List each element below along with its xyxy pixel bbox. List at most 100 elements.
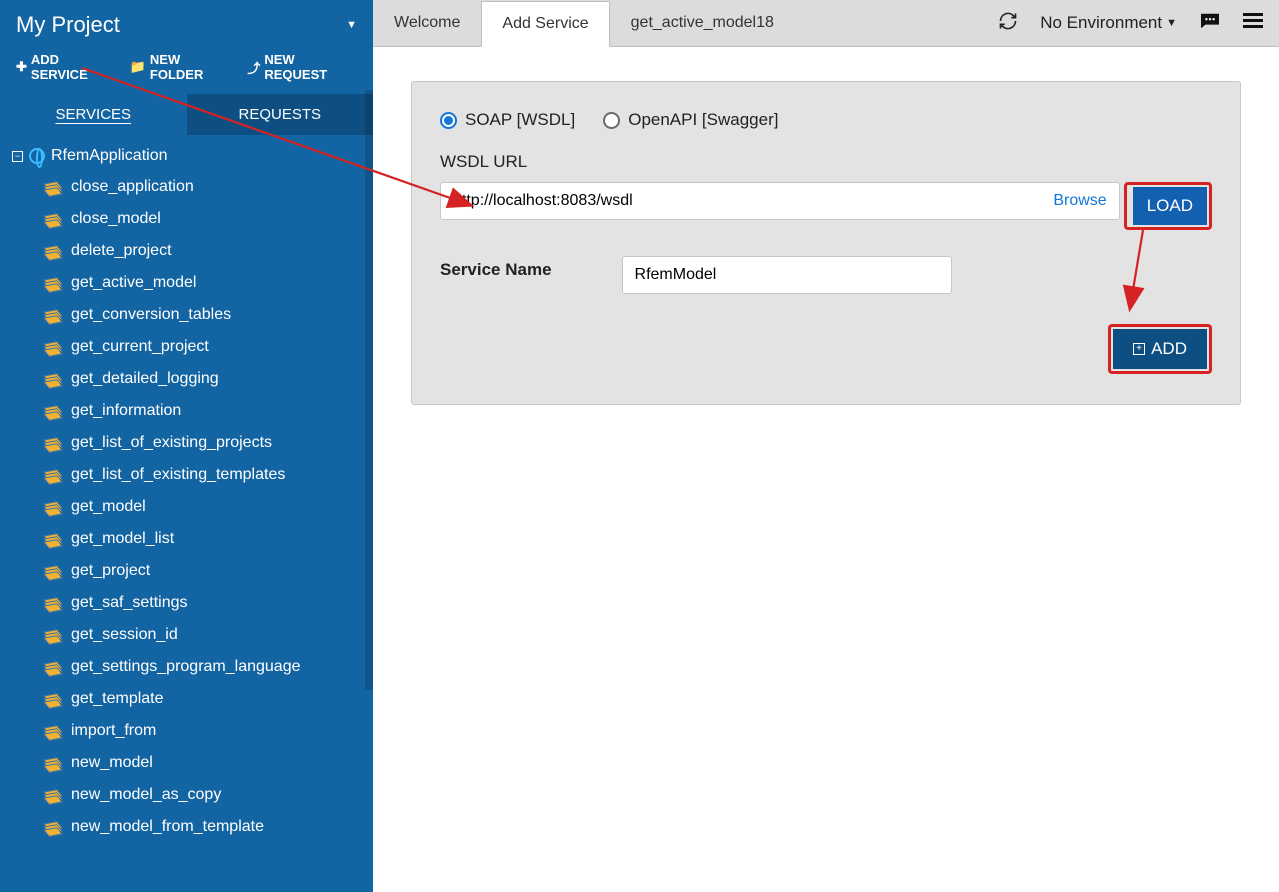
topbar-right: No Environment ▼	[998, 11, 1263, 36]
tree-item-label: get_list_of_existing_templates	[71, 466, 285, 484]
tree-item[interactable]: get_project	[4, 555, 373, 587]
environment-dropdown[interactable]: No Environment ▼	[1040, 13, 1177, 33]
tree-item[interactable]: get_detailed_logging	[4, 363, 373, 395]
chat-icon[interactable]	[1199, 12, 1221, 35]
tab-requests[interactable]: REQUESTS	[187, 94, 374, 135]
tree-item[interactable]: get_conversion_tables	[4, 299, 373, 331]
layers-icon	[46, 278, 61, 289]
refresh-icon[interactable]	[998, 11, 1018, 36]
radio-soap[interactable]: SOAP [WSDL]	[440, 110, 575, 130]
layers-icon	[46, 726, 61, 737]
service-name-label: Service Name	[440, 260, 552, 280]
tree-item[interactable]: new_model_from_template	[4, 811, 373, 843]
project-title: My Project	[16, 12, 120, 38]
layers-icon	[46, 310, 61, 321]
add-service-label: ADD SERVICE	[31, 52, 116, 82]
radio-checked-icon	[440, 112, 457, 129]
tree-item-label: new_model_from_template	[71, 818, 264, 836]
service-name-input[interactable]	[622, 256, 952, 294]
tree-item-label: delete_project	[71, 242, 172, 260]
add-button-highlight: + ADD	[1108, 324, 1212, 374]
topbar: Welcome Add Service get_active_model18 N…	[373, 0, 1279, 47]
service-type-radios: SOAP [WSDL] OpenAPI [Swagger]	[440, 110, 1212, 130]
tree-item[interactable]: get_list_of_existing_projects	[4, 427, 373, 459]
wsdl-url-input[interactable]: http://localhost:8083/wsdl Browse	[440, 182, 1120, 220]
new-request-action[interactable]: ⤴ NEW REQUEST	[247, 52, 357, 82]
layers-icon	[46, 342, 61, 353]
layers-icon	[46, 790, 61, 801]
layers-icon	[46, 822, 61, 833]
new-folder-action[interactable]: 📁 NEW FOLDER	[130, 52, 234, 82]
layers-icon	[46, 438, 61, 449]
tree-item-label: get_session_id	[71, 626, 178, 644]
radio-soap-label: SOAP [WSDL]	[465, 110, 575, 130]
tree-item-label: get_template	[71, 690, 164, 708]
tab-services[interactable]: SERVICES	[0, 94, 187, 135]
tree-item-label: get_current_project	[71, 338, 209, 356]
radio-openapi-label: OpenAPI [Swagger]	[628, 110, 778, 130]
new-folder-label: NEW FOLDER	[150, 52, 233, 82]
tree-item[interactable]: get_settings_program_language	[4, 651, 373, 683]
tree-item[interactable]: get_model	[4, 491, 373, 523]
layers-icon	[46, 694, 61, 705]
layers-icon	[46, 470, 61, 481]
sidebar-header: My Project ▼	[0, 0, 373, 52]
tree-item-label: get_information	[71, 402, 181, 420]
service-tree[interactable]: − RfemApplication close_applicationclose…	[0, 135, 373, 892]
tree-app-label: RfemApplication	[51, 147, 168, 165]
tree-item-label: get_project	[71, 562, 150, 580]
tree-item[interactable]: get_model_list	[4, 523, 373, 555]
tree-item-label: get_saf_settings	[71, 594, 188, 612]
collapse-icon[interactable]: −	[12, 151, 23, 162]
tree-item[interactable]: get_session_id	[4, 619, 373, 651]
globe-icon	[29, 148, 45, 164]
layers-icon	[46, 598, 61, 609]
tree-item[interactable]: close_application	[4, 171, 373, 203]
tree-item[interactable]: get_active_model	[4, 267, 373, 299]
wsdl-url-value: http://localhost:8083/wsdl	[453, 192, 633, 210]
tree-item-label: get_conversion_tables	[71, 306, 231, 324]
load-button[interactable]: LOAD	[1133, 187, 1207, 225]
tree-item[interactable]: new_model_as_copy	[4, 779, 373, 811]
add-button-label: ADD	[1151, 339, 1187, 359]
browse-link[interactable]: Browse	[1053, 192, 1106, 210]
tree-item[interactable]: new_model	[4, 747, 373, 779]
project-menu-caret-icon[interactable]: ▼	[346, 19, 357, 31]
tree-item[interactable]: close_model	[4, 203, 373, 235]
tree-item-label: close_model	[71, 210, 161, 228]
add-service-action[interactable]: ✚ ADD SERVICE	[16, 52, 116, 82]
plus-icon: +	[1133, 343, 1145, 355]
service-name-row: Service Name	[440, 256, 1212, 294]
radio-openapi[interactable]: OpenAPI [Swagger]	[603, 110, 778, 130]
layers-icon	[46, 758, 61, 769]
wsdl-url-row: http://localhost:8083/wsdl Browse LOAD	[440, 182, 1212, 230]
tree-item-label: get_settings_program_language	[71, 658, 301, 676]
tree-item[interactable]: get_template	[4, 683, 373, 715]
menu-icon[interactable]	[1243, 13, 1263, 34]
tree-item[interactable]: get_list_of_existing_templates	[4, 459, 373, 491]
wsdl-url-label: WSDL URL	[440, 152, 1212, 172]
add-button[interactable]: + ADD	[1113, 329, 1207, 369]
tree-item[interactable]: import_from	[4, 715, 373, 747]
tree-item[interactable]: get_current_project	[4, 331, 373, 363]
layers-icon	[46, 246, 61, 257]
tab-add-service[interactable]: Add Service	[481, 1, 609, 47]
add-row: + ADD	[440, 324, 1212, 374]
tree-item[interactable]: get_information	[4, 395, 373, 427]
radio-unchecked-icon	[603, 112, 620, 129]
main: Welcome Add Service get_active_model18 N…	[373, 0, 1279, 892]
new-request-label: NEW REQUEST	[264, 52, 357, 82]
chevron-down-icon: ▼	[1166, 17, 1177, 29]
content: SOAP [WSDL] OpenAPI [Swagger] WSDL URL h…	[373, 47, 1279, 892]
tab-get-active-model18[interactable]: get_active_model18	[610, 0, 795, 46]
tree-item[interactable]: delete_project	[4, 235, 373, 267]
plus-circle-icon: ✚	[16, 59, 27, 75]
add-service-panel: SOAP [WSDL] OpenAPI [Swagger] WSDL URL h…	[411, 81, 1241, 405]
tree-item-label: get_model	[71, 498, 146, 516]
tree-item-label: new_model_as_copy	[71, 786, 221, 804]
tab-welcome[interactable]: Welcome	[373, 0, 481, 46]
tree-item[interactable]: get_saf_settings	[4, 587, 373, 619]
sidebar-scrollbar[interactable]	[365, 90, 373, 690]
tree-app-node[interactable]: − RfemApplication	[4, 141, 373, 171]
layers-icon	[46, 406, 61, 417]
